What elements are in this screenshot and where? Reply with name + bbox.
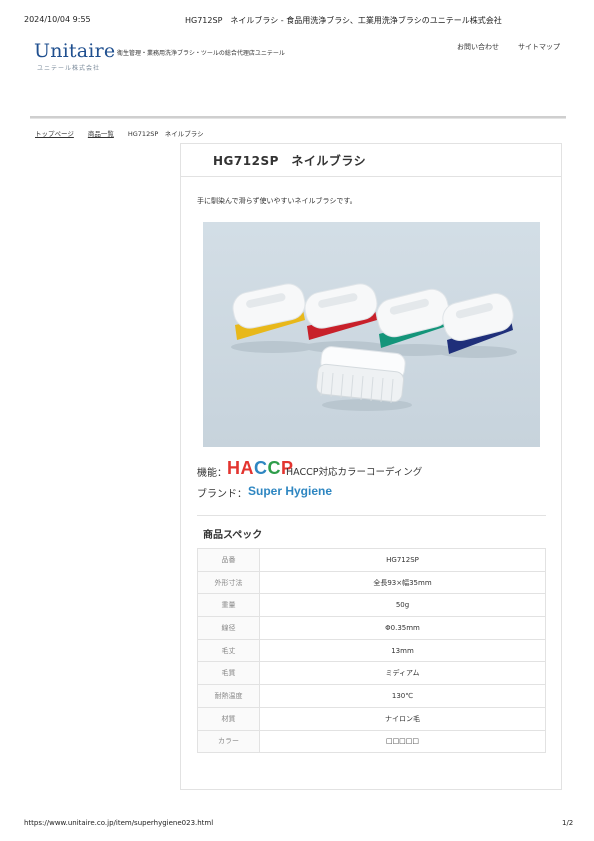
spec-row: 線径 Φ0.35mm bbox=[197, 616, 546, 640]
spec-row: 重量 50g bbox=[197, 593, 546, 618]
brand-label: ブランド： bbox=[197, 489, 247, 500]
spec-key: 品番 bbox=[197, 548, 260, 572]
breadcrumb-current: HG712SP ネイルブラシ bbox=[127, 130, 204, 138]
haccp-logo: HACCP bbox=[227, 458, 294, 479]
spec-value: ナイロン毛 bbox=[259, 706, 546, 731]
spec-value: 13mm bbox=[259, 638, 546, 663]
spec-row: 毛丈 13mm bbox=[197, 638, 546, 663]
nav-sitemap-link[interactable]: サイトマップ bbox=[518, 42, 560, 52]
header-divider bbox=[30, 116, 566, 119]
haccp-letter: C bbox=[254, 458, 268, 478]
brand-value[interactable]: Super Hygiene bbox=[248, 484, 332, 498]
spec-key: 材質 bbox=[197, 706, 260, 731]
yellow-brush bbox=[232, 283, 306, 340]
spec-key: 耐熱温度 bbox=[197, 684, 260, 708]
product-photo bbox=[203, 222, 540, 447]
green-brush bbox=[376, 288, 450, 348]
spec-key: 毛丈 bbox=[197, 638, 260, 663]
site-tagline: 衛生管理・業務用洗浄ブラシ・ツールの総合代理店ユニテール bbox=[117, 50, 285, 57]
spec-key: 外形寸法 bbox=[197, 570, 260, 595]
function-text: HACCP対応カラーコーディング bbox=[286, 467, 423, 478]
print-page-number: 1/2 bbox=[562, 819, 574, 827]
haccp-letter: H bbox=[227, 458, 241, 478]
spec-value: ミディアム bbox=[259, 661, 546, 686]
breadcrumb-list-link[interactable]: 商品一覧 bbox=[88, 130, 114, 138]
spec-row: 外形寸法 全長93×幅35mm bbox=[197, 570, 546, 595]
blue-brush bbox=[442, 292, 514, 354]
spec-key: 線径 bbox=[197, 616, 260, 640]
print-datetime: 2024/10/04 9:55 bbox=[24, 15, 91, 24]
spec-key: 毛質 bbox=[197, 661, 260, 686]
haccp-letter: A bbox=[240, 458, 254, 478]
spec-value: □□□□□ bbox=[259, 729, 546, 754]
product-title: HG712SP ネイルブラシ bbox=[213, 154, 367, 168]
spec-key: カラー bbox=[197, 729, 260, 754]
haccp-letter: C bbox=[267, 458, 281, 478]
spec-divider bbox=[197, 515, 546, 516]
spec-row: 毛質 ミディアム bbox=[197, 661, 546, 686]
print-page-title: HG712SP ネイルブラシ - 食品用洗浄ブラシ、工業用洗浄ブラシのユニテール… bbox=[185, 16, 502, 25]
print-footer-url: https://www.unitaire.co.jp/item/superhyg… bbox=[24, 819, 214, 827]
spec-row: 材質 ナイロン毛 bbox=[197, 706, 546, 731]
white-brush bbox=[315, 346, 406, 404]
spec-table: 品番 HG712SP 外形寸法 全長93×幅35mm 重量 50g 線径 Φ0.35mm 毛丈 1… bbox=[197, 548, 546, 754]
red-brush bbox=[304, 283, 378, 340]
function-label: 機能： bbox=[197, 468, 227, 479]
spec-value: Φ0.35mm bbox=[259, 616, 546, 640]
spec-row: 品番 HG712SP bbox=[197, 548, 546, 572]
site-logo[interactable]: Unitaire bbox=[34, 40, 115, 62]
breadcrumb: トップページ 商品一覧 HG712SP ネイルブラシ bbox=[35, 128, 204, 138]
spec-key: 重量 bbox=[197, 593, 260, 618]
spec-value: HG712SP bbox=[259, 548, 546, 572]
breadcrumb-home-link[interactable]: トップページ bbox=[35, 130, 74, 138]
nav-contact-link[interactable]: お問い合わせ bbox=[457, 42, 499, 52]
site-logo-subtitle: ユニテール株式会社 bbox=[37, 65, 101, 72]
spec-title: 商品スペック bbox=[203, 530, 263, 541]
product-description: 手に馴染んで滑らず使いやすいネイルブラシです。 bbox=[197, 197, 357, 205]
spec-row: 耐熱温度 130℃ bbox=[197, 684, 546, 708]
spec-row: カラー □□□□□ bbox=[197, 729, 546, 754]
spec-value: 全長93×幅35mm bbox=[259, 570, 546, 595]
spec-value: 50g bbox=[259, 593, 546, 618]
nail-brushes-image bbox=[231, 283, 517, 411]
spec-value: 130℃ bbox=[259, 684, 546, 708]
